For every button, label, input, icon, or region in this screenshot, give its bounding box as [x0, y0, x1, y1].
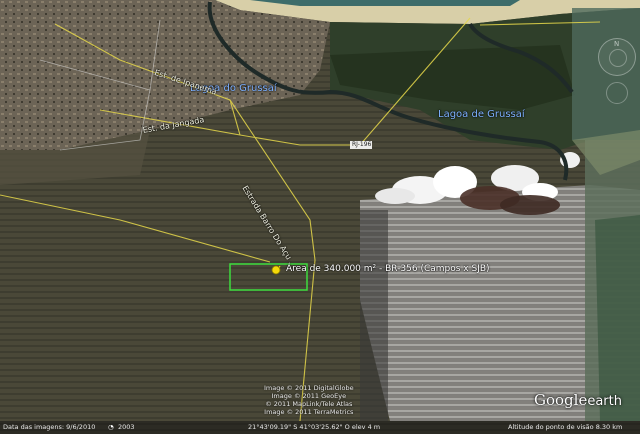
- eye-altitude: Altitude do ponto de visão 8.30 km: [508, 423, 623, 431]
- cursor-coordinates: 21°43'09.19" S 41°03'25.62" O elev 4 m: [248, 423, 381, 431]
- road-shield-label: RJ-196: [352, 141, 372, 148]
- historical-imagery-icon[interactable]: ◔: [108, 422, 114, 433]
- map-view[interactable]: Lagoa do Grussaí Lagoa de Grussaí Est. d…: [0, 0, 640, 434]
- logo-sub: earth: [587, 394, 622, 409]
- copyright-line: Image © 2011 DigitalGlobe: [264, 384, 354, 392]
- status-bar: Data das imagens: 9/6/2010 ◔ 2003 21°43'…: [0, 421, 640, 434]
- look-joystick[interactable]: [609, 49, 627, 67]
- north-indicator: N: [614, 40, 620, 48]
- google-earth-logo: Googleearth: [534, 391, 622, 409]
- placemark-pin[interactable]: [271, 265, 281, 275]
- imagery-year[interactable]: 2003: [118, 422, 135, 433]
- move-joystick[interactable]: [606, 82, 628, 104]
- copyright-line: © 2011 MapLink/Tele Atlas: [265, 400, 353, 408]
- imagery-date: Data das imagens: 9/6/2010: [3, 423, 96, 431]
- placemark-label[interactable]: Área de 340.000 m² - BR-356 (Campos x SJ…: [286, 264, 490, 274]
- copyright-line: Image © 2011 GeoEye: [271, 392, 347, 400]
- place-label-lagoa-grussai-2[interactable]: Lagoa de Grussaí: [438, 109, 525, 120]
- copyright-line: Image © 2011 TerraMetrics: [264, 408, 354, 416]
- imagery-copyright: Image © 2011 DigitalGlobe Image © 2011 G…: [264, 384, 354, 416]
- satellite-imagery[interactable]: [0, 0, 640, 434]
- compass-control[interactable]: N: [598, 38, 636, 76]
- logo-main: Google: [534, 391, 588, 409]
